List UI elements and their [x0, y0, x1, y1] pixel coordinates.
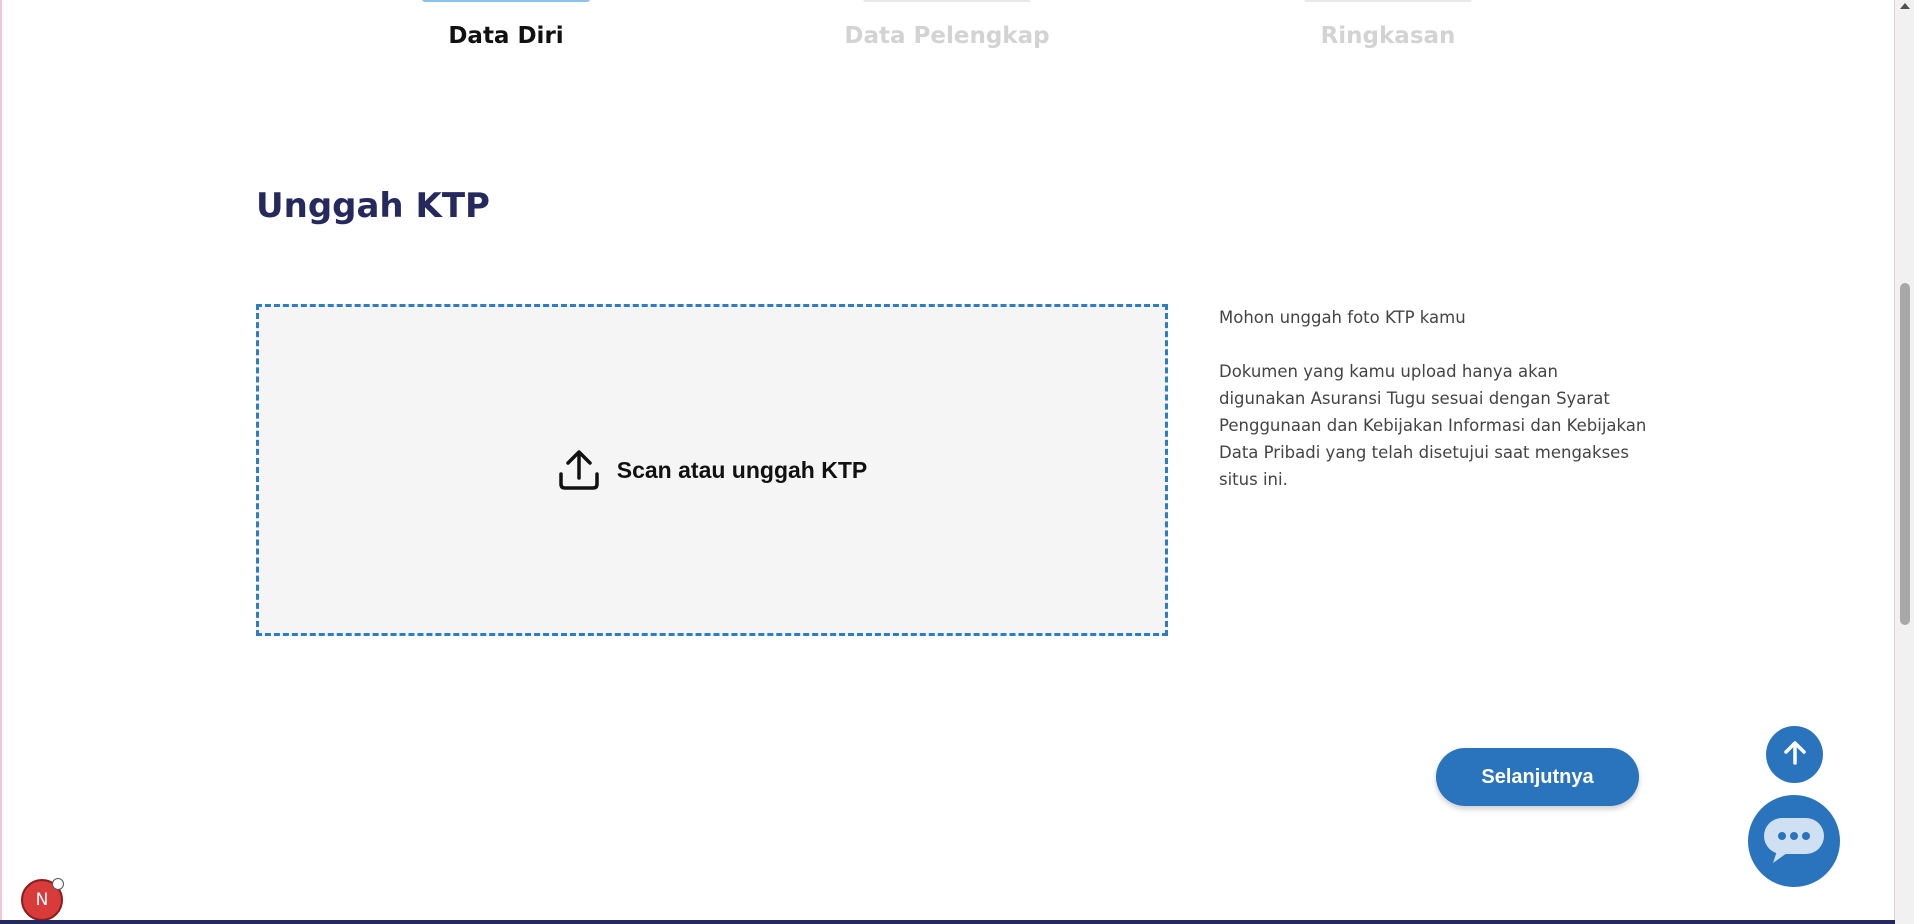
step-label: Data Diri	[448, 23, 564, 49]
badge-dot-icon	[52, 878, 64, 890]
scroll-up-arrow-icon[interactable]	[1900, 3, 1910, 9]
scrollbar[interactable]	[1895, 0, 1914, 924]
upload-info: Mohon unggah foto KTP kamu Dokumen yang …	[1219, 304, 1649, 493]
chat-bubble-icon	[1761, 815, 1827, 868]
chat-button[interactable]	[1748, 795, 1840, 887]
dev-tools-badge[interactable]: N	[21, 878, 64, 921]
step-label: Data Pelengkap	[844, 23, 1050, 49]
upload-label: Scan atau unggah KTP	[616, 456, 868, 483]
scrollbar-thumb[interactable]	[1900, 283, 1910, 625]
scroll-top-button[interactable]	[1766, 726, 1823, 783]
arrow-up-icon	[1781, 739, 1809, 770]
page-title: Unggah KTP	[256, 186, 490, 226]
ktp-upload-dropzone[interactable]: Scan atau unggah KTP	[256, 304, 1168, 636]
upload-icon	[557, 448, 601, 492]
page-border-left	[0, 0, 2, 924]
next-button[interactable]: Selanjutnya	[1436, 748, 1639, 806]
step-label: Ringkasan	[1320, 23, 1456, 49]
privacy-notice: Dokumen yang kamu upload hanya akan digu…	[1219, 362, 1647, 489]
upload-content: Scan atau unggah KTP	[557, 448, 867, 492]
upload-instruction: Mohon unggah foto KTP kamu	[1219, 308, 1466, 327]
step-indicator-bar	[1304, 0, 1472, 2]
footer-bar	[0, 920, 1895, 924]
step-indicator-bar	[422, 0, 590, 2]
dev-badge-letter: N	[35, 890, 49, 910]
step-indicator-bar	[863, 0, 1031, 2]
